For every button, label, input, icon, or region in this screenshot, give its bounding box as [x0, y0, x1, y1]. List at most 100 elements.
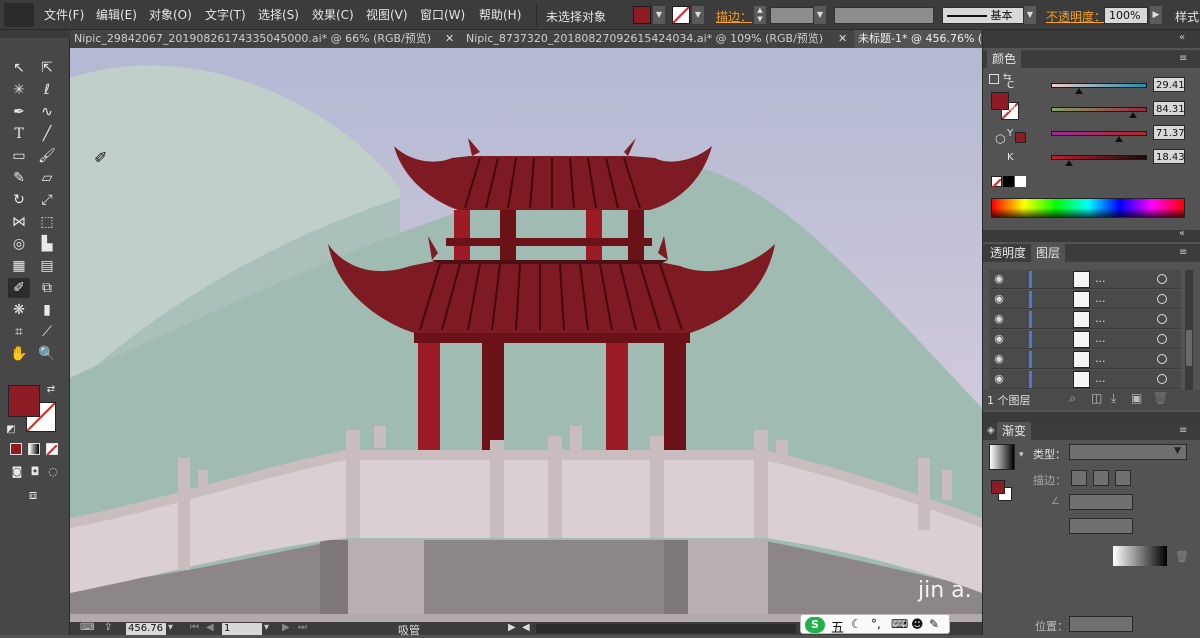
- screen-mode-icon[interactable]: ⧈: [22, 486, 44, 506]
- paintbrush-icon[interactable]: 🖌: [36, 146, 58, 166]
- blend-icon[interactable]: ⧉: [36, 278, 58, 298]
- menu-type[interactable]: 文字(T): [205, 6, 246, 23]
- line-tool-icon[interactable]: ╱: [36, 124, 58, 144]
- none-swatch[interactable]: [991, 176, 1002, 189]
- stroke-dropdown[interactable]: ▼: [692, 6, 704, 24]
- stroke-weight-field[interactable]: [770, 7, 814, 24]
- layer-target-icon[interactable]: [1157, 314, 1167, 324]
- menu-file[interactable]: 文件(F): [44, 6, 84, 23]
- current-tool-label[interactable]: 吸管: [398, 622, 420, 638]
- cyan-slider[interactable]: [1051, 83, 1147, 88]
- visibility-eye-icon[interactable]: ◉: [991, 351, 1007, 367]
- zoom-icon[interactable]: 🔍: [36, 344, 58, 364]
- visibility-eye-icon[interactable]: ◉: [991, 271, 1007, 287]
- yellow-value[interactable]: 71.37: [1153, 125, 1185, 140]
- stroke-style-field[interactable]: 基本: [942, 7, 1024, 24]
- clipping-mask-icon[interactable]: ◫: [1091, 391, 1102, 405]
- perspective-grid-icon[interactable]: ▙: [36, 234, 58, 254]
- next-artboard-icon[interactable]: ▶: [282, 622, 290, 633]
- gradient-fill-box[interactable]: [991, 480, 1005, 494]
- prev-artboard-icon[interactable]: ◀: [206, 622, 214, 633]
- stroke-within-button[interactable]: [1071, 470, 1087, 486]
- gradient-preset-dropdown-icon[interactable]: ▾: [1019, 450, 1024, 460]
- layer-row[interactable]: ◉ ...: [989, 350, 1181, 369]
- zoom-field[interactable]: 456.76: [126, 623, 166, 635]
- stroke-weight-dropdown[interactable]: ▼: [814, 6, 826, 24]
- menu-select[interactable]: 选择(S): [258, 6, 299, 23]
- visibility-eye-icon[interactable]: ◉: [991, 311, 1007, 327]
- layer-row[interactable]: ◉ ...: [989, 370, 1181, 389]
- default-colors-icon[interactable]: ◩: [4, 420, 18, 440]
- yellow-slider[interactable]: [1051, 131, 1147, 136]
- hand-icon[interactable]: ✋: [8, 344, 30, 364]
- delete-stop-icon[interactable]: 🗑: [1175, 550, 1189, 563]
- cyan-slider-thumb[interactable]: [1075, 88, 1083, 94]
- stroke-swatch[interactable]: [672, 6, 690, 24]
- gamut-swatch[interactable]: [1015, 132, 1026, 143]
- artboard-number-field[interactable]: 1: [222, 623, 262, 635]
- tab-transparency[interactable]: 透明度: [985, 244, 1031, 262]
- style-label[interactable]: 样式: [1175, 8, 1199, 25]
- curvature-icon[interactable]: ∿: [36, 102, 58, 122]
- first-artboard-icon[interactable]: ⏮: [190, 622, 199, 633]
- swap-fill-stroke-icon[interactable]: ⇄: [44, 380, 58, 400]
- selection-tool-icon[interactable]: ↖: [8, 58, 30, 78]
- user-icon[interactable]: ☻: [911, 617, 924, 631]
- keyboard-icon[interactable]: ⌨: [891, 617, 908, 631]
- last-artboard-icon[interactable]: ⏭: [298, 622, 307, 633]
- tab-document-1[interactable]: Nipic_29842067_20190826174335045000.ai* …: [70, 30, 440, 48]
- layer-row[interactable]: ◉ ...: [989, 270, 1181, 289]
- fill-swatch[interactable]: [633, 6, 651, 24]
- magic-wand-icon[interactable]: ✳: [8, 80, 30, 100]
- visibility-eye-icon[interactable]: ◉: [991, 371, 1007, 387]
- layer-target-icon[interactable]: [1157, 354, 1167, 364]
- stroke-label[interactable]: 描边：: [716, 8, 752, 25]
- visibility-eye-icon[interactable]: ◉: [991, 291, 1007, 307]
- toolbox-grip[interactable]: [0, 30, 70, 38]
- delete-layer-icon[interactable]: 🗑: [1153, 391, 1168, 405]
- artboard-icon[interactable]: ⌗: [8, 322, 30, 342]
- menu-object[interactable]: 对象(O): [149, 6, 192, 23]
- color-spectrum[interactable]: [991, 198, 1185, 218]
- pen-icon[interactable]: ✒: [8, 102, 30, 122]
- stroke-weight-stepper[interactable]: ▲ ▼: [754, 6, 766, 24]
- menu-help[interactable]: 帮助(H): [479, 6, 521, 23]
- black-slider-thumb[interactable]: [1065, 160, 1073, 166]
- rectangle-icon[interactable]: ▭: [8, 146, 30, 166]
- yellow-slider-thumb[interactable]: [1115, 136, 1123, 142]
- menu-edit[interactable]: 编辑(E): [96, 6, 137, 23]
- gradient-type-select[interactable]: ▼: [1069, 444, 1187, 460]
- pencil-icon[interactable]: ✎: [8, 168, 30, 188]
- magenta-slider-thumb[interactable]: [1129, 112, 1137, 118]
- out-of-gamut-cube-icon[interactable]: ⬡: [995, 132, 1005, 146]
- layer-row[interactable]: ◉ ...: [989, 330, 1181, 349]
- white-swatch[interactable]: [1015, 176, 1026, 187]
- menu-view[interactable]: 视图(V): [366, 6, 408, 23]
- fill-dropdown[interactable]: ▼: [653, 6, 665, 24]
- tab-document-2[interactable]: Nipic_8737320_20180827092615424034.ai* @…: [462, 30, 837, 48]
- eraser-icon[interactable]: ▱: [36, 168, 58, 188]
- panel-menu-icon[interactable]: ≡: [1179, 422, 1187, 440]
- gradient-preview[interactable]: [989, 444, 1015, 470]
- color-mode-icon[interactable]: [10, 443, 22, 455]
- gradient-mode-icon[interactable]: [28, 443, 40, 455]
- rotate-icon[interactable]: ↻: [8, 190, 30, 210]
- tab-document-active[interactable]: 未标题-1* @ 456.76% (CMYK/预览): [854, 30, 982, 48]
- opacity-field[interactable]: 100%: [1104, 7, 1148, 24]
- gradient-slider-bar[interactable]: [1113, 546, 1167, 566]
- lasso-icon[interactable]: ℓ: [36, 80, 58, 100]
- collapse-panels-icon[interactable]: «: [1179, 32, 1185, 43]
- color-fill-box[interactable]: [991, 92, 1009, 110]
- draw-inside-icon[interactable]: ◌: [42, 462, 64, 482]
- menu-window[interactable]: 窗口(W): [420, 6, 465, 23]
- default-colors-icon[interactable]: [989, 74, 999, 84]
- locate-object-icon[interactable]: ⌕: [1069, 391, 1076, 406]
- opacity-dropdown[interactable]: ▶: [1150, 6, 1162, 24]
- ime-logo-icon[interactable]: S: [805, 617, 825, 633]
- tab-close-icon[interactable]: ✕: [838, 30, 847, 48]
- gradient-position-field[interactable]: [1069, 616, 1133, 632]
- zoom-dropdown-icon[interactable]: ▾: [168, 622, 173, 633]
- gradient-tool-icon[interactable]: ▤: [36, 256, 58, 276]
- black-swatch[interactable]: [1003, 176, 1014, 187]
- symbol-sprayer-icon[interactable]: ❋: [8, 300, 30, 320]
